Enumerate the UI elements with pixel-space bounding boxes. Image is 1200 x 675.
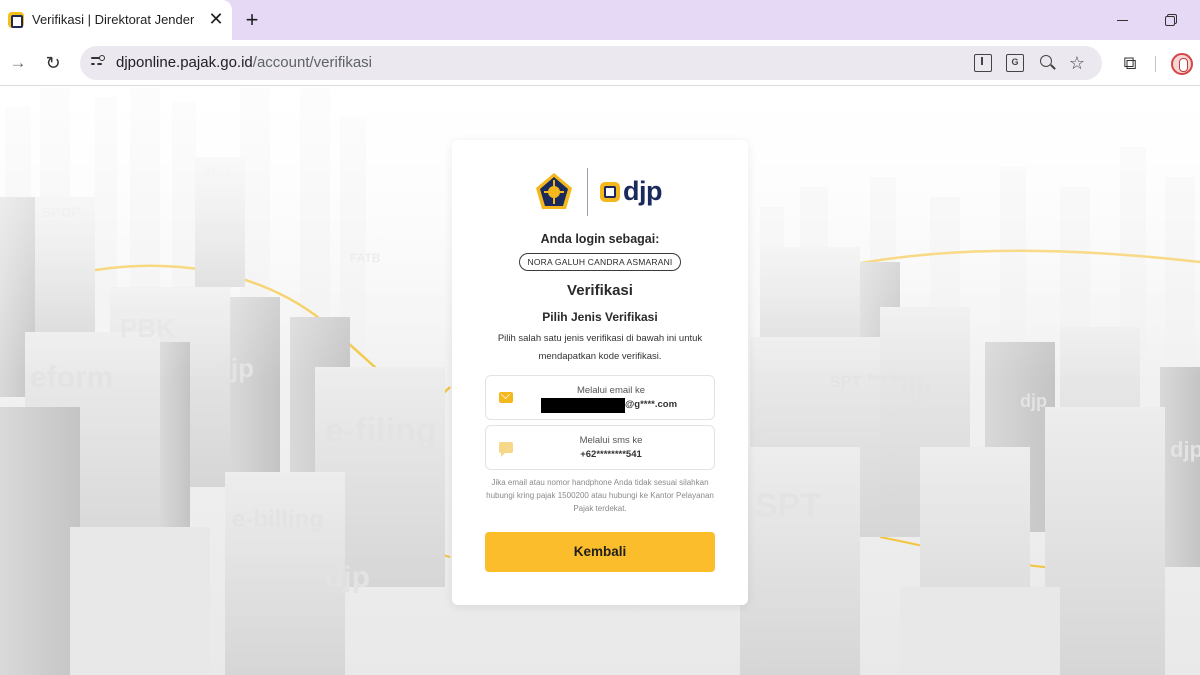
site-info-icon[interactable] (88, 53, 108, 73)
translate-icon[interactable]: G (1006, 54, 1024, 72)
toolbar-separator (1155, 56, 1156, 72)
help-text: Jika email atau nomor handphone Anda tid… (486, 478, 714, 513)
chat-icon (499, 442, 513, 457)
verification-card: djp Anda login sebagai: NORA GALUH CANDR… (452, 140, 748, 605)
profile-avatar[interactable] (1171, 53, 1193, 75)
url-path: /account/verifikasi (252, 54, 372, 71)
install-icon[interactable] (974, 54, 992, 72)
url-domain: djponline.pajak.go.id (116, 54, 253, 71)
restore-window-button[interactable] (1160, 10, 1182, 30)
logo-divider (587, 168, 588, 216)
redacted-email-block (541, 398, 625, 413)
mail-icon (499, 392, 513, 403)
url-text[interactable]: djponline.pajak.go.id/account/verifikasi (116, 54, 372, 71)
address-bar[interactable]: djponline.pajak.go.id/account/verifikasi… (80, 46, 1102, 80)
browser-tab[interactable]: Verifikasi | Direktorat Jenderal P ✕ (0, 0, 232, 40)
page-background: cbcr SPOP PBK djp eform e-filing e-billi… (0, 87, 1200, 675)
email-option-label: Melalui email ke (576, 385, 646, 396)
djp-favicon-icon (8, 12, 24, 28)
page-title: Verifikasi (567, 282, 633, 299)
new-tab-button[interactable]: + (240, 7, 264, 33)
logo-row: djp (532, 166, 672, 218)
kemenkeu-emblem-icon (536, 173, 572, 209)
email-verification-option[interactable]: Melalui email ke @g****.com (485, 375, 715, 420)
reload-icon[interactable]: ↻ (43, 52, 63, 74)
extensions-icon[interactable]: ⧉ (1120, 53, 1140, 73)
forward-icon[interactable]: → (8, 52, 28, 74)
bookmark-star-icon[interactable]: ☆ (1068, 54, 1086, 72)
sms-verification-option[interactable]: Melalui sms ke +62********541 (485, 425, 715, 470)
email-option-value: @g****.com (625, 399, 678, 410)
back-button[interactable]: Kembali (485, 532, 715, 572)
djp-mark-icon (600, 182, 620, 202)
browser-toolbar: → ↻ djponline.pajak.go.id/account/verifi… (0, 40, 1200, 86)
tab-title: Verifikasi | Direktorat Jenderal P (32, 12, 194, 27)
zoom-icon[interactable] (1038, 54, 1056, 72)
sms-option-value: +62********541 (580, 449, 642, 460)
user-name-badge: NORA GALUH CANDRA ASMARANI (519, 253, 681, 271)
verification-subtitle: Pilih Jenis Verifikasi (542, 310, 658, 324)
djp-brand-text: djp (623, 176, 663, 206)
browser-tab-bar: Verifikasi | Direktorat Jenderal P ✕ + (0, 0, 1200, 40)
tab-close-button[interactable]: ✕ (206, 8, 226, 30)
verification-description: Pilih salah satu jenis verifikasi di baw… (497, 333, 703, 362)
minimize-window-button[interactable] (1112, 10, 1134, 30)
login-as-label: Anda login sebagai: (540, 232, 660, 246)
djp-logo: djp (600, 176, 670, 206)
sms-option-label: Melalui sms ke (579, 435, 643, 446)
